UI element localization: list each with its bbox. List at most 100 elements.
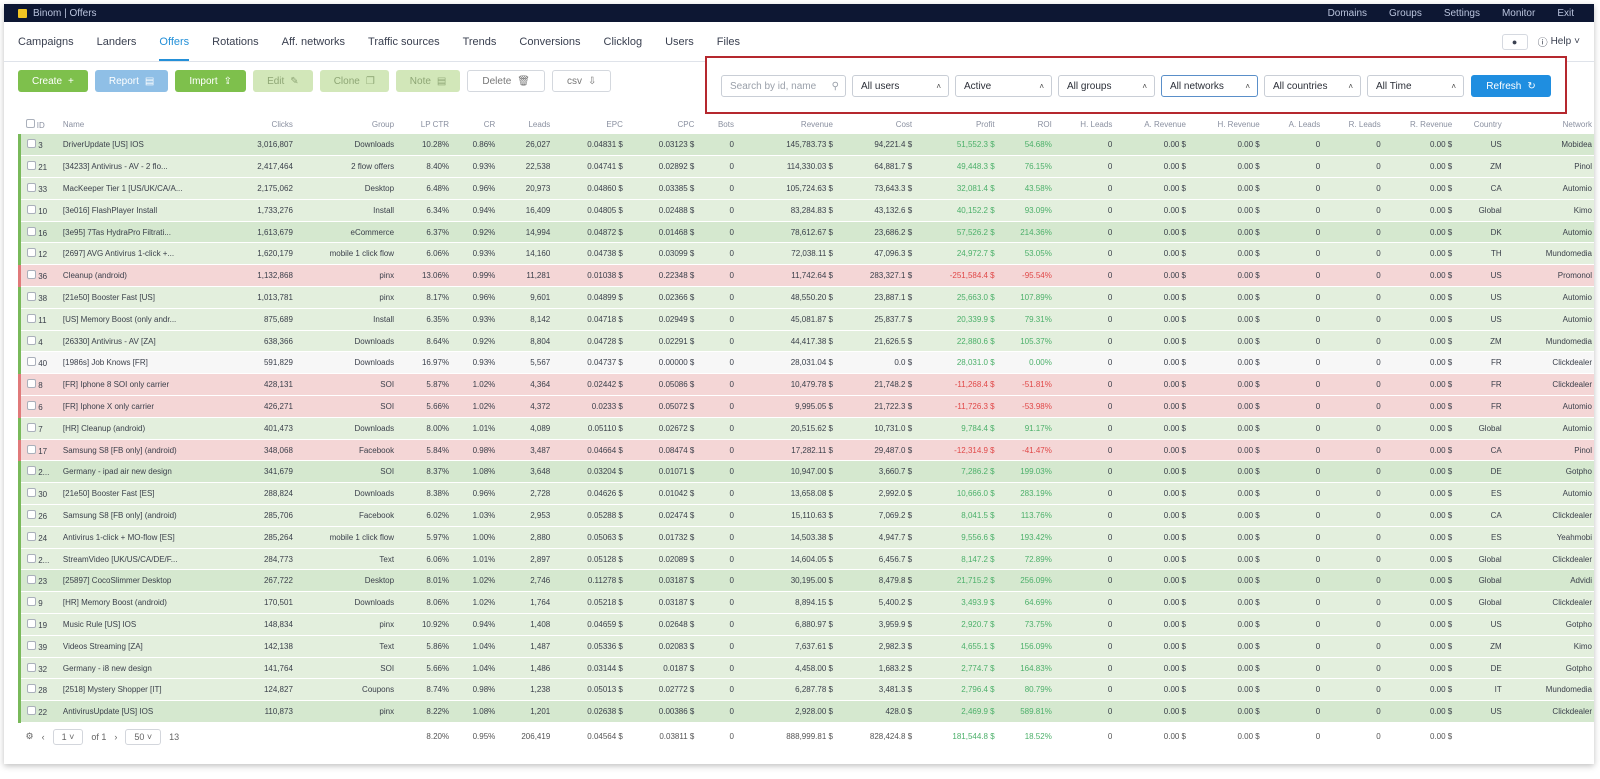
table-row[interactable]: 24 Antivirus 1-click + MO-flow [ES] 285,26… xyxy=(17,526,1594,549)
offer-name-link[interactable]: [3e95] 7Tas HydraPro Filtrati... xyxy=(63,228,171,237)
page-input[interactable]: 1 ˅ xyxy=(52,728,84,745)
table-row[interactable]: 2... StreamVideo [UK/US/CA/DE/F... 284,773… xyxy=(17,548,1594,571)
offer-name-link[interactable]: [1986s] Job Knows [FR] xyxy=(63,358,148,367)
users-select[interactable]: All users ˄ xyxy=(852,75,949,97)
tab-users[interactable]: Users xyxy=(665,36,694,48)
offer-name-link[interactable]: [25897] CocoSlimmer Desktop xyxy=(63,576,172,585)
row-checkbox[interactable] xyxy=(27,313,36,323)
search-input[interactable] xyxy=(730,80,832,92)
time-select[interactable]: All Time ˄ xyxy=(1367,75,1464,97)
table-row[interactable]: 10 [3e016] FlashPlayer Install 1,733,276 In… xyxy=(17,199,1594,222)
status-select[interactable]: Active ˄ xyxy=(955,75,1052,97)
row-checkbox[interactable] xyxy=(27,684,36,694)
offer-name-link[interactable]: [HR] Cleanup (android) xyxy=(63,424,145,433)
tab-aff-networks[interactable]: Aff. networks xyxy=(282,36,345,48)
table-row[interactable]: 11 [US] Memory Boost (only andr... 875,689… xyxy=(17,308,1594,331)
top-link-domains[interactable]: Domains xyxy=(1328,8,1367,19)
table-row[interactable]: 9 [HR] Memory Boost (android) 170,501 Downl… xyxy=(17,591,1594,615)
table-row[interactable]: 6 [FR] Iphone X only carrier 426,271 SOI 5.6… xyxy=(17,395,1594,418)
table-row[interactable]: 2... Germany - ipad air new design 341,679… xyxy=(17,460,1594,484)
column-header-h-revenue[interactable]: H. Revenue xyxy=(1192,114,1266,134)
edit-button[interactable]: Edit ✎ xyxy=(253,70,313,92)
table-row[interactable]: 33 MacKeeper Tier 1 [US/UK/CA/A... 2,175,0… xyxy=(17,177,1594,200)
table-row[interactable]: 12 [2697] AVG Antivirus 1-click +... 1,620… xyxy=(17,242,1594,266)
offer-name-link[interactable]: StreamVideo [UK/US/CA/DE/F... xyxy=(63,555,178,564)
top-link-groups[interactable]: Groups xyxy=(1389,8,1422,19)
tab-files[interactable]: Files xyxy=(717,36,740,48)
offer-name-link[interactable]: Samsung S8 [FB only] (android) xyxy=(63,511,177,520)
top-link-exit[interactable]: Exit xyxy=(1557,8,1574,19)
row-checkbox[interactable] xyxy=(27,444,36,454)
search-icon[interactable]: ⚲ xyxy=(832,81,839,92)
row-checkbox[interactable] xyxy=(27,706,36,716)
row-checkbox[interactable] xyxy=(27,139,36,149)
table-row[interactable]: 4 [26330] Antivirus - AV [ZA] 638,366 Downl… xyxy=(17,330,1594,353)
column-header-epc[interactable]: EPC xyxy=(556,114,629,134)
notification-icon[interactable]: ● xyxy=(1501,33,1528,50)
row-checkbox[interactable] xyxy=(27,204,36,214)
table-row[interactable]: 22 AntivirusUpdate [US] IOS 110,873 pinx 8.2… xyxy=(17,700,1594,724)
row-checkbox[interactable] xyxy=(27,597,36,607)
offer-name-link[interactable]: DriverUpdate [US] IOS xyxy=(63,140,144,149)
row-checkbox[interactable] xyxy=(27,291,36,301)
groups-select[interactable]: All groups ˄ xyxy=(1058,75,1155,97)
offer-name-link[interactable]: Cleanup (android) xyxy=(63,271,127,280)
refresh-button[interactable]: Refresh ↻ xyxy=(1471,75,1551,97)
row-checkbox[interactable] xyxy=(27,488,36,498)
table-row[interactable]: 21 [34233] Antivirus - AV - 2 flo... 2,417… xyxy=(17,155,1594,179)
table-row[interactable]: 30 [21e50] Booster Fast [ES] 288,824 Downlo… xyxy=(17,482,1594,506)
offer-name-link[interactable]: [34233] Antivirus - AV - 2 flo... xyxy=(63,162,168,171)
column-header-a-revenue[interactable]: A. Revenue xyxy=(1118,114,1192,134)
row-checkbox[interactable] xyxy=(27,422,36,432)
settings-icon[interactable]: ⚙ xyxy=(26,731,34,742)
column-header-id[interactable]: ID xyxy=(20,114,57,134)
table-row[interactable]: 40 [1986s] Job Knows [FR] 591,829 Downloads… xyxy=(17,351,1594,375)
brand[interactable]: Binom | Offers xyxy=(18,8,97,19)
note-button[interactable]: Note ▤ xyxy=(395,70,461,92)
tab-offers[interactable]: Offers xyxy=(159,36,189,61)
table-row[interactable]: 38 [21e50] Booster Fast [US] 1,013,781 pinx… xyxy=(17,286,1594,309)
help-menu[interactable]: ⓘ Help ˅ xyxy=(1538,34,1580,49)
table-row[interactable]: 39 Videos Streaming [ZA] 142,138 Text 5.86% 1… xyxy=(17,635,1594,658)
offer-name-link[interactable]: Antivirus 1-click + MO-flow [ES] xyxy=(63,533,175,542)
column-header-cr[interactable]: CR xyxy=(455,114,501,134)
prev-page-icon[interactable]: ‹ xyxy=(42,732,45,742)
table-row[interactable]: 7 [HR] Cleanup (android) 401,473 Downloads 8… xyxy=(17,417,1594,440)
import-button[interactable]: Import ⇪ xyxy=(175,70,247,92)
row-checkbox[interactable] xyxy=(27,575,36,585)
row-checkbox[interactable] xyxy=(27,509,36,519)
offer-name-link[interactable]: [2518] Mystery Shopper [IT] xyxy=(63,685,162,694)
tab-trends[interactable]: Trends xyxy=(463,36,497,48)
offer-name-link[interactable]: [21e50] Booster Fast [US] xyxy=(63,293,155,302)
delete-button[interactable]: Delete 🗑 xyxy=(467,70,545,92)
offer-name-link[interactable]: Samsung S8 [FB only] (android) xyxy=(63,446,177,455)
tab-traffic-sources[interactable]: Traffic sources xyxy=(368,36,440,48)
table-row[interactable]: 23 [25897] CocoSlimmer Desktop 267,722 Desk… xyxy=(17,569,1594,593)
column-header-r-revenue[interactable]: R. Revenue xyxy=(1387,114,1459,134)
clone-button[interactable]: Clone ❐ xyxy=(319,70,389,92)
offer-name-link[interactable]: [26330] Antivirus - AV [ZA] xyxy=(63,337,156,346)
report-button[interactable]: Report ▤ xyxy=(94,70,169,92)
row-checkbox[interactable] xyxy=(27,248,36,258)
row-checkbox[interactable] xyxy=(27,662,36,672)
row-checkbox[interactable] xyxy=(27,357,36,367)
select-all-checkbox[interactable] xyxy=(25,118,35,128)
column-header-h-leads[interactable]: H. Leads xyxy=(1058,114,1119,134)
column-header-revenue[interactable]: Revenue xyxy=(740,114,839,134)
countries-select[interactable]: All countries ˄ xyxy=(1264,75,1361,97)
column-header-leads[interactable]: Leads xyxy=(501,114,556,134)
row-checkbox[interactable] xyxy=(27,335,36,345)
next-page-icon[interactable]: › xyxy=(114,732,117,742)
table-row[interactable]: 16 [3e95] 7Tas HydraPro Filtrati... 1,613,… xyxy=(17,221,1594,244)
offer-name-link[interactable]: Music Rule [US] IOS xyxy=(63,620,136,629)
row-checkbox[interactable] xyxy=(27,379,36,389)
row-checkbox[interactable] xyxy=(27,618,36,628)
row-checkbox[interactable] xyxy=(27,270,36,280)
column-header-group[interactable]: Group xyxy=(299,114,400,134)
column-header-bots[interactable]: Bots xyxy=(700,114,740,134)
row-checkbox[interactable] xyxy=(27,182,36,192)
column-header-network[interactable]: Network xyxy=(1508,114,1594,134)
offer-name-link[interactable]: Germany - i8 new design xyxy=(63,664,152,673)
table-row[interactable]: 28 [2518] Mystery Shopper [IT] 124,827 Coup… xyxy=(17,678,1594,702)
column-header-roi[interactable]: ROI xyxy=(1001,114,1058,134)
